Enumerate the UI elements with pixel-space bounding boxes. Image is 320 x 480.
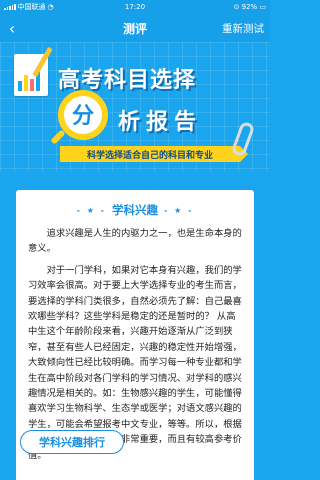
retest-button[interactable]: 重新测试 [222,21,264,36]
battery-percent: 92% [241,3,258,11]
alarm-icon: ⊙ [233,3,242,11]
status-left: 中国联通 ◔ [4,2,91,12]
nav-bar: ‹ 测评 重新测试 [0,14,270,42]
carrier-label: 中国联通 [17,3,46,11]
back-arrow-icon[interactable]: ‹ [0,14,24,42]
clock: 17:20 [124,3,146,11]
wifi-icon: ◔ [47,3,54,11]
decorative-dashes-right: - ★ - [164,205,194,215]
battery-icon: ▭ [259,3,266,11]
section-header: - ★ - 学科兴趣 - ★ - [16,190,254,218]
hero-subtitle: 析报告 [118,110,203,135]
signal-icon [4,4,16,10]
hero-ribbon: 科学选择适合自己的科目和专业 [60,146,248,162]
hero-title: 高考科目选择 [58,68,197,93]
section-title: 学科兴趣 [112,203,158,217]
decorative-dashes-left: - ★ - [76,205,106,215]
status-bar: 中国联通 ◔ 17:20 ⊙ 92% ▭ [0,0,270,14]
section-body: 追求兴趣是人生的内驱力之一，也是生命本身的意义。 对于一门学科，如果对它本身有兴… [16,218,254,463]
status-right: ⊙ 92% ▭ [179,3,266,11]
hero-banner: 高考科目选择 分 析报告 科学选择适合自己的科目和专业 [0,42,270,172]
paragraph: 追求兴趣是人生的内驱力之一，也是生命本身的意义。 [28,228,242,255]
interest-ranking-button[interactable]: 学科兴趣排行 [20,430,124,454]
magnifier-char: 分 [71,104,94,129]
